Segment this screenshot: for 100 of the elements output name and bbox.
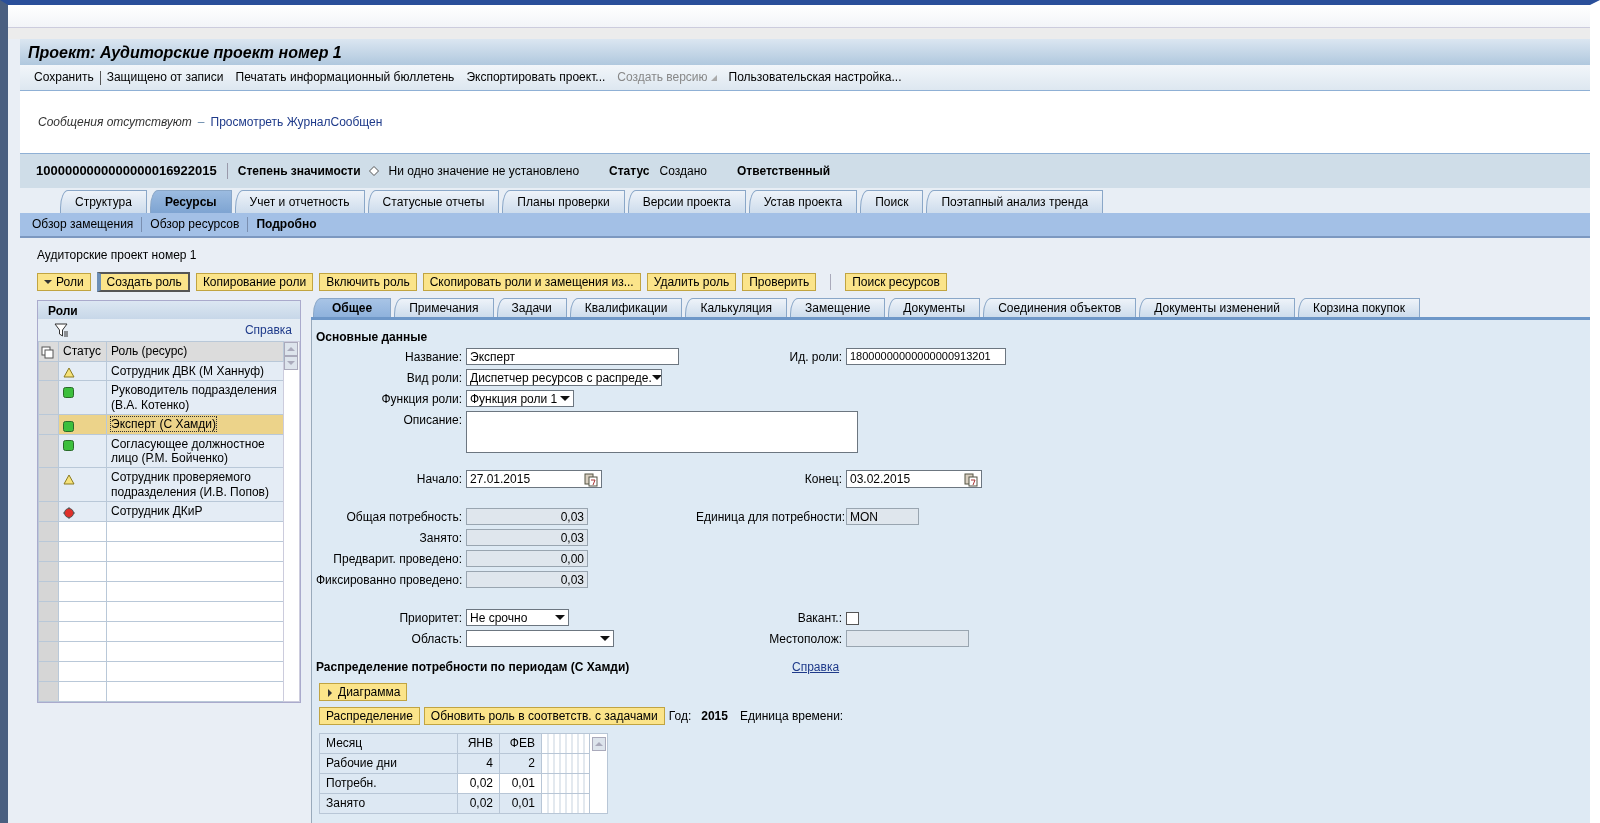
tab[interactable]: Калькуляция: [685, 297, 788, 317]
date-field[interactable]: 03.02.2015: [846, 470, 982, 489]
toolbar-button[interactable]: Экспортировать проект...: [460, 70, 612, 85]
field-label: Единица времени:: [739, 708, 844, 723]
readonly-field: MON: [846, 508, 919, 526]
field-label: Описание:: [403, 413, 462, 428]
action-button[interactable]: Роли: [37, 273, 91, 291]
tab[interactable]: Общее: [313, 297, 392, 317]
field-label: Общая потребность:: [346, 510, 462, 525]
tab[interactable]: Документы изменений: [1139, 297, 1295, 317]
input-field[interactable]: Эксперт: [466, 348, 679, 366]
section-title: Основные данные: [316, 330, 429, 345]
scrollbar[interactable]: [284, 342, 299, 370]
date-field[interactable]: 27.01.2015: [466, 470, 602, 489]
table-cell: Эксперт (С Хамди): [111, 417, 217, 432]
table-cell: Сотрудник ДВК (М Ханнуф): [111, 364, 265, 378]
action-button[interactable]: Поиск ресурсов: [845, 273, 947, 291]
action-button[interactable]: Распределение: [319, 706, 420, 725]
tab[interactable]: Поиск: [860, 189, 924, 213]
action-button[interactable]: Проверить: [742, 273, 817, 291]
field-label: Приоритет:: [399, 611, 462, 626]
table-cell: Сотрудник проверяемого подразделения (И.В. Попов): [111, 470, 269, 499]
help-link[interactable]: Справка: [244, 322, 292, 338]
dropdown-field[interactable]: [466, 630, 614, 648]
subnav-tab[interactable]: Обзор ресурсов: [142, 217, 249, 232]
project-id: 1000000000000000016922015: [36, 163, 228, 179]
tab[interactable]: Примечания: [394, 297, 494, 317]
tab[interactable]: Учет и отчетность: [234, 189, 365, 213]
tab[interactable]: Статусные отчеты: [367, 189, 500, 213]
number-field: 0,03: [466, 571, 588, 589]
table-cell: Согласующее должностное лицо (Р.М. Бойченко): [111, 436, 265, 465]
project-name: Аудиторские проект номер 1: [37, 248, 197, 262]
field-label: Вакант.:: [797, 611, 842, 626]
number-field: 0,03: [466, 529, 588, 547]
toolbar-button[interactable]: Сохранить: [28, 70, 100, 85]
tab[interactable]: Планы проверки: [502, 189, 625, 213]
field-label: Год:: [668, 708, 692, 723]
action-button[interactable]: Копирование роли: [195, 273, 314, 291]
field-label: Область:: [411, 632, 462, 647]
help-link[interactable]: Справка: [792, 660, 840, 675]
dropdown-arrow-icon: [651, 375, 661, 381]
window-title: Проект: Аудиторские проект номер 1: [28, 44, 342, 61]
filter-icon: [54, 322, 69, 338]
calendar-icon: [584, 471, 598, 487]
tab[interactable]: Поэтапный анализ тренда: [926, 189, 1104, 213]
table-cell: Рабочие дни: [319, 753, 458, 774]
action-button[interactable]: Включить роль: [319, 273, 417, 291]
tab[interactable]: Квалификации: [569, 297, 683, 317]
caret-icon: [44, 279, 52, 284]
dropdown-arrow-icon: [600, 636, 610, 642]
header-label: Статус: [609, 163, 650, 179]
tab[interactable]: Корзина покупок: [1297, 297, 1420, 317]
tab[interactable]: Версии проекта: [627, 189, 746, 213]
column-header: Роль (ресурс): [106, 341, 284, 362]
column-header: ФЕВ: [499, 733, 542, 754]
input-field[interactable]: 18000000000000000913201: [846, 348, 1006, 366]
field-label: Функция роли:: [381, 392, 462, 407]
toolbar-button[interactable]: Пользовательская настройка...: [722, 70, 908, 85]
number-field: 0,00: [466, 550, 588, 568]
subnav-tab[interactable]: Подробно: [248, 217, 325, 232]
field-label: Единица для потребности:: [696, 510, 846, 525]
tab[interactable]: Задачи: [496, 297, 567, 317]
table-cell: Сотрудник ДКиР: [111, 504, 203, 519]
subnav-tab[interactable]: Обзор замещения: [24, 217, 143, 232]
toolbar-button[interactable]: Защищено от записи: [100, 70, 230, 85]
action-button[interactable]: Создать роль: [96, 272, 190, 292]
action-button[interactable]: Удалить роль: [646, 273, 737, 291]
message-log-link[interactable]: Просмотреть ЖурналСообщен: [210, 114, 383, 130]
dropdown-arrow-icon: [560, 396, 570, 402]
dropdown-field[interactable]: Не срочно: [466, 609, 569, 627]
calendar-icon: [964, 471, 978, 487]
checkbox[interactable]: [846, 612, 859, 626]
scroll-down-icon: [284, 356, 298, 370]
toolbar-button[interactable]: Печатать информационный бюллетень: [229, 70, 461, 85]
header-value: Создано: [659, 163, 707, 179]
dropdown-field[interactable]: Функция роли 1: [466, 390, 574, 408]
field-label: Начало:: [416, 472, 462, 487]
field-label: Местополож:: [769, 632, 842, 647]
field-label: Предварит. проведено:: [333, 552, 462, 567]
dropdown-arrow-icon: [555, 615, 565, 621]
header-label: Ответственный: [736, 163, 831, 179]
action-button[interactable]: Обновить роль в соответств. с задачами: [423, 706, 665, 725]
tab[interactable]: Замещение: [790, 297, 886, 317]
header-value: Ни одно значение не установлено: [388, 163, 580, 179]
field-label: Занято:: [419, 531, 462, 546]
chart-toggle-button[interactable]: Диаграмма: [319, 682, 408, 701]
tab[interactable]: Устав проекта: [748, 189, 858, 213]
dropdown-field[interactable]: Диспетчер ресурсов с распреде.: [466, 369, 662, 387]
text-area[interactable]: [466, 411, 858, 454]
tab[interactable]: Документы: [888, 297, 981, 317]
field-label: Название:: [405, 350, 462, 365]
year-value: 2015: [701, 708, 728, 723]
column-header: Статус: [58, 341, 107, 362]
panel-title: Роли: [48, 304, 78, 318]
tab[interactable]: Соединения объектов: [983, 297, 1137, 317]
table-cell: Занято: [319, 793, 458, 814]
tab[interactable]: Ресурсы: [149, 189, 232, 213]
tab[interactable]: Структура: [60, 189, 147, 213]
action-button[interactable]: Скопировать роли и замещения из...: [422, 273, 641, 291]
field-label: Фиксированно проведено:: [316, 573, 463, 588]
